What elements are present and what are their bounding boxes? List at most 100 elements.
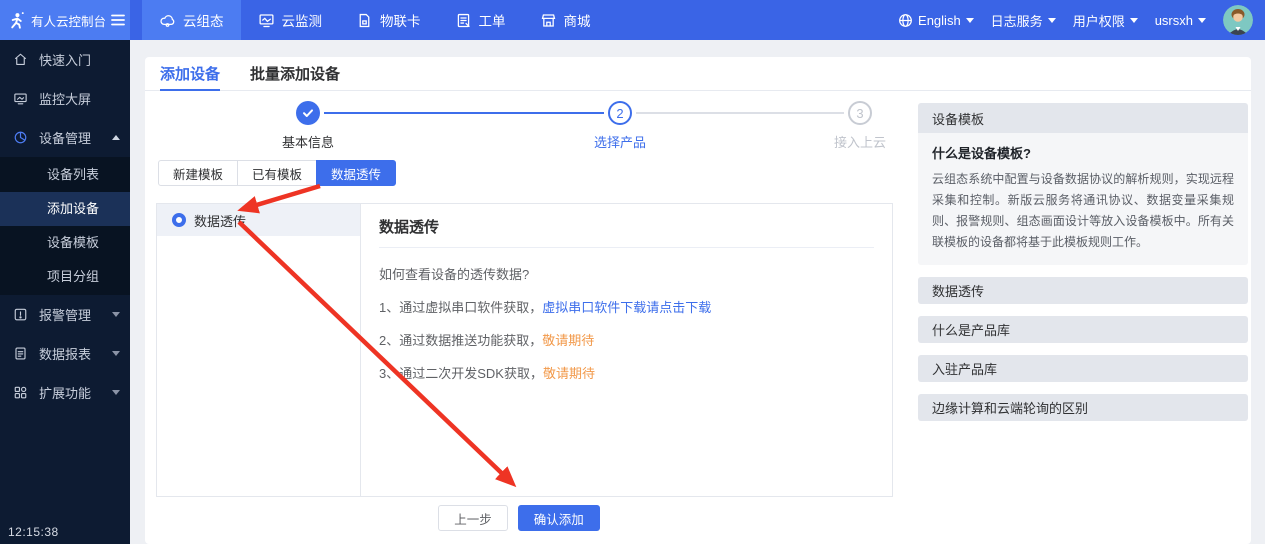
check-icon — [302, 107, 314, 119]
page: 有人云控制台 云组态 — [0, 0, 1265, 544]
nav-item-label: 物联卡 — [380, 10, 421, 30]
step-connector-1 — [324, 112, 604, 114]
nav-item-work-order[interactable]: 工单 — [438, 0, 523, 40]
help-section-device-template[interactable]: 设备模板 — [918, 103, 1248, 133]
sidebar-item-label: 监控大屏 — [39, 89, 120, 108]
step-connector-2 — [636, 112, 844, 114]
sidebar-item-label: 报警管理 — [39, 305, 101, 324]
chevron-down-icon — [112, 390, 120, 395]
nav-item-label: 云监测 — [282, 10, 323, 30]
sidebar-item-label: 快速入门 — [39, 50, 120, 69]
pending-label: 敬请期待 — [542, 333, 594, 348]
sidebar-subitem-device-list[interactable]: 设备列表 — [0, 158, 130, 192]
device-pie-icon — [13, 130, 28, 145]
menu-label: 日志服务 — [991, 11, 1043, 30]
usr-logo-icon — [7, 11, 26, 30]
template-list: 数据透传 — [157, 204, 361, 496]
work-order-icon — [455, 12, 472, 29]
step-1-label: 基本信息 — [248, 132, 368, 151]
nav-item-label: 商城 — [564, 10, 591, 30]
menu-username[interactable]: usrsxh — [1155, 13, 1206, 28]
template-tab-new[interactable]: 新建模板 — [158, 160, 238, 186]
store-icon — [540, 12, 557, 29]
nav-item-iot-sim[interactable]: 物联卡 — [339, 0, 438, 40]
chevron-down-icon — [112, 312, 120, 317]
template-tab-passthrough[interactable]: 数据透传 — [316, 160, 396, 186]
previous-step-button[interactable]: 上一步 — [438, 505, 508, 531]
menu-label: 用户权限 — [1073, 11, 1125, 30]
globe-icon — [898, 13, 913, 28]
help-section-what-is-product-library[interactable]: 什么是产品库 — [918, 316, 1248, 343]
avatar[interactable] — [1223, 5, 1253, 35]
cloud-icon — [159, 12, 176, 29]
step-1-circle — [296, 101, 320, 125]
topbar-right: English 日志服务 用户权限 usrsxh — [898, 5, 1265, 35]
radio-selected-icon[interactable] — [172, 213, 186, 227]
help-body-text: 云组态系统中配置与设备数据协议的解析规则，实现远程采集和控制。新版云服务将通讯协… — [932, 169, 1234, 253]
grid-apps-icon — [13, 385, 28, 400]
help-panel: 设备模板 什么是设备模板? 云组态系统中配置与设备数据协议的解析规则，实现远程采… — [918, 103, 1248, 421]
top-nav: 云组态 云监测 物联卡 — [142, 0, 608, 40]
detail-question: 如何查看设备的透传数据? — [379, 264, 874, 283]
sidebar-item-label: 数据报表 — [39, 344, 101, 363]
help-section-passthrough[interactable]: 数据透传 — [918, 277, 1248, 304]
tab-add-device[interactable]: 添加设备 — [160, 57, 220, 90]
template-option-passthrough[interactable]: 数据透传 — [157, 204, 360, 236]
help-section-edge-vs-cloud-polling[interactable]: 边缘计算和云端轮询的区别 — [918, 394, 1248, 421]
content-card: 添加设备 批量添加设备 2 3 基本信息 选择产品 接入上云 新建模板 已有模板… — [145, 57, 1251, 544]
detail-item-text: 1、通过虚拟串口软件获取， — [379, 300, 542, 315]
passthrough-panel: 数据透传 数据透传 如何查看设备的透传数据? 1、通过虚拟串口软件获取，虚拟串口… — [156, 203, 893, 497]
chevron-down-icon — [112, 351, 120, 356]
hamburger-menu-icon[interactable] — [111, 14, 125, 26]
step-3-label: 接入上云 — [800, 132, 920, 151]
template-tab-existing[interactable]: 已有模板 — [237, 160, 317, 186]
monitor-icon — [258, 12, 275, 29]
template-type-group: 新建模板 已有模板 数据透传 — [158, 160, 396, 186]
sidebar-item-extensions[interactable]: 扩展功能 — [0, 373, 130, 412]
help-section-content: 什么是设备模板? 云组态系统中配置与设备数据协议的解析规则，实现远程采集和控制。… — [918, 133, 1248, 265]
topbar: 有人云控制台 云组态 — [0, 0, 1265, 40]
menu-user-permission[interactable]: 用户权限 — [1073, 11, 1138, 30]
chevron-down-icon — [1130, 18, 1138, 23]
nav-item-label: 云组态 — [183, 10, 224, 30]
sidebar-subitem-project-group[interactable]: 项目分组 — [0, 260, 130, 294]
nav-item-label: 工单 — [479, 10, 506, 30]
sidebar-item-label: 设备管理 — [39, 128, 101, 147]
tab-batch-add-device[interactable]: 批量添加设备 — [250, 57, 340, 90]
sidebar-item-label: 扩展功能 — [39, 383, 101, 402]
nav-item-mall[interactable]: 商城 — [523, 0, 608, 40]
sidebar-item-quick-start[interactable]: 快速入门 — [0, 40, 130, 79]
language-selector[interactable]: English — [898, 13, 974, 28]
detail-item-text: 3、通过二次开发SDK获取， — [379, 366, 543, 381]
chevron-down-icon — [1198, 18, 1206, 23]
detail-item-1: 1、通过虚拟串口软件获取，虚拟串口软件下载请点击下载 — [379, 297, 874, 316]
home-icon — [13, 52, 28, 67]
username-label: usrsxh — [1155, 13, 1193, 28]
confirm-add-button[interactable]: 确认添加 — [518, 505, 600, 531]
sidebar-subitem-add-device[interactable]: 添加设备 — [0, 192, 130, 226]
sidebar-subitem-device-template[interactable]: 设备模板 — [0, 226, 130, 260]
nav-item-cloud-scada[interactable]: 云组态 — [142, 0, 241, 40]
download-link[interactable]: 虚拟串口软件下载请点击下载 — [542, 300, 711, 315]
sidebar-item-monitor-screen[interactable]: 监控大屏 — [0, 79, 130, 118]
sidebar-item-device-management[interactable]: 设备管理 — [0, 118, 130, 157]
nav-item-cloud-monitor[interactable]: 云监测 — [241, 0, 340, 40]
radio-label: 数据透传 — [194, 211, 246, 230]
help-question: 什么是设备模板? — [932, 143, 1234, 162]
alarm-icon — [13, 307, 28, 322]
sim-card-icon — [356, 12, 373, 29]
logo-area[interactable]: 有人云控制台 — [0, 0, 130, 40]
sidebar-item-data-report[interactable]: 数据报表 — [0, 334, 130, 373]
wizard-footer: 上一步 确认添加 — [145, 505, 893, 531]
clock: 12:15:38 — [8, 525, 59, 539]
big-screen-icon — [13, 91, 28, 106]
step-2-circle: 2 — [608, 101, 632, 125]
chevron-down-icon — [966, 18, 974, 23]
detail-item-2: 2、通过数据推送功能获取，敬请期待 — [379, 330, 874, 349]
help-section-join-product-library[interactable]: 入驻产品库 — [918, 355, 1248, 382]
language-label: English — [918, 13, 961, 28]
sidebar-item-alarm-management[interactable]: 报警管理 — [0, 295, 130, 334]
menu-log-service[interactable]: 日志服务 — [991, 11, 1056, 30]
step-2-label: 选择产品 — [560, 132, 680, 151]
detail-item-text: 2、通过数据推送功能获取， — [379, 333, 542, 348]
